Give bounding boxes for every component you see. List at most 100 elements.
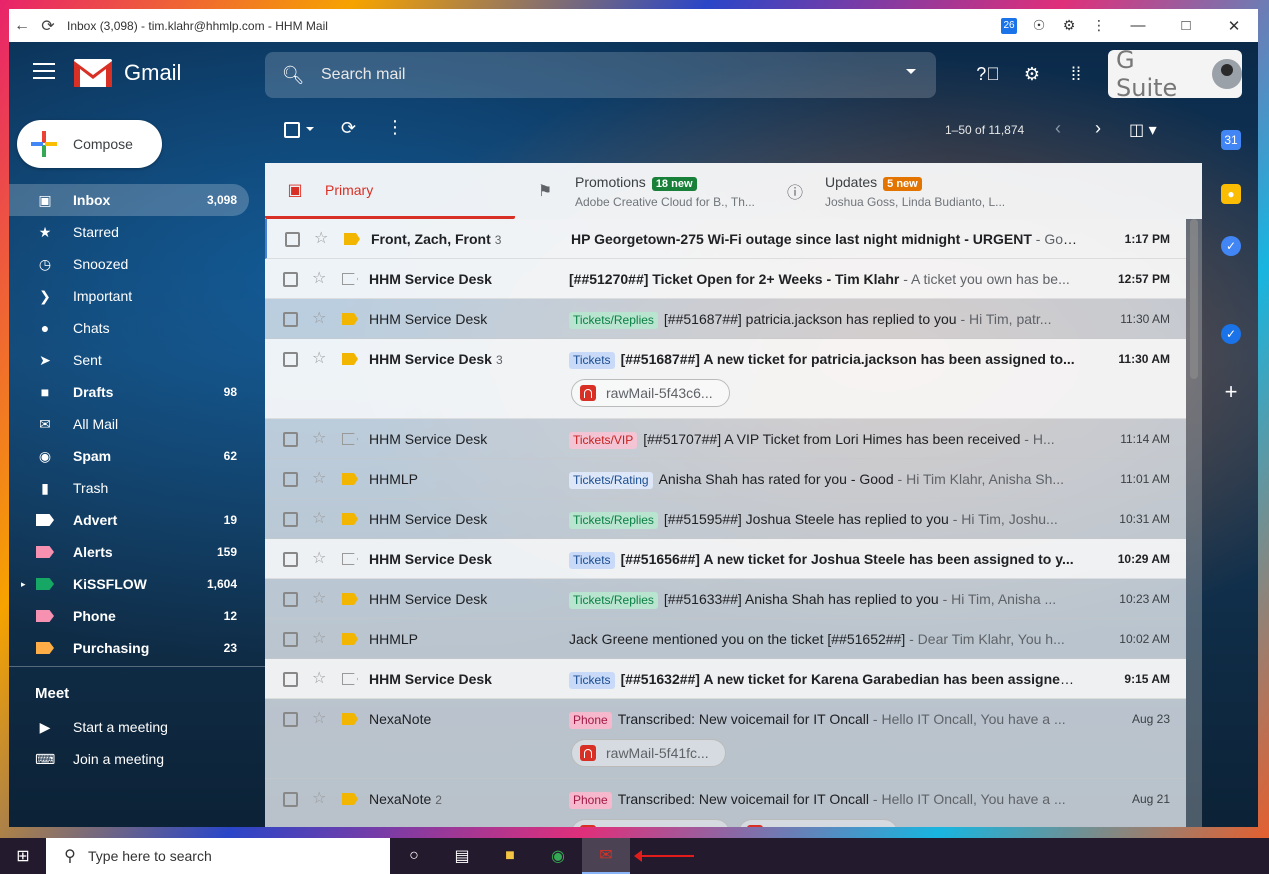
star-icon[interactable]: ☆ bbox=[312, 671, 332, 687]
sidebar-item-chats[interactable]: ● Chats bbox=[9, 312, 249, 344]
email-row[interactable]: ☆ HHM Service Desk Tickets/Replies [##51633… bbox=[265, 579, 1186, 619]
avatar[interactable] bbox=[1212, 59, 1242, 89]
important-marker-icon[interactable] bbox=[342, 673, 358, 685]
email-label-chip[interactable]: Tickets/Replies bbox=[569, 512, 658, 529]
star-icon[interactable]: ☆ bbox=[312, 471, 332, 487]
email-label-chip[interactable]: Tickets/Rating bbox=[569, 472, 653, 489]
sidebar-item-drafts[interactable]: ■ Drafts 98 bbox=[9, 376, 249, 408]
sidebar-item-all-mail[interactable]: ✉ All Mail bbox=[9, 408, 249, 440]
gmail-logo[interactable]: Gmail bbox=[74, 59, 181, 87]
email-label-chip[interactable]: Phone bbox=[569, 712, 612, 729]
apps-icon[interactable]: ⁞⁞ bbox=[1062, 62, 1090, 86]
important-marker-icon[interactable] bbox=[342, 273, 358, 285]
important-marker-icon[interactable] bbox=[342, 473, 358, 485]
row-checkbox[interactable] bbox=[283, 592, 298, 607]
settings-icon[interactable]: ⚙ bbox=[1018, 62, 1046, 86]
email-row[interactable]: ☆ HHM Service Desk Tickets [##51656##] A ne… bbox=[265, 539, 1186, 579]
email-label-chip[interactable]: Tickets bbox=[569, 552, 615, 569]
sidebar-item-alerts[interactable]: Alerts 159 bbox=[9, 536, 249, 568]
row-checkbox[interactable] bbox=[283, 352, 298, 367]
windows-start-icon[interactable]: ⊞ bbox=[0, 838, 46, 874]
email-row[interactable]: ☆ HHMLP Jack Greene mentioned you on the t… bbox=[265, 619, 1186, 659]
extension-icon[interactable]: ☉ bbox=[1024, 17, 1054, 34]
row-checkbox[interactable] bbox=[283, 552, 298, 567]
important-marker-icon[interactable] bbox=[342, 713, 358, 725]
reload-icon[interactable]: ⟳ bbox=[35, 13, 61, 39]
email-row[interactable]: ☆ HHM Service Desk Tickets/Replies [##51687… bbox=[265, 299, 1186, 339]
expand-icon[interactable]: ▸ bbox=[21, 579, 26, 590]
more-icon[interactable]: ⋮ bbox=[386, 117, 404, 138]
start-meeting-link[interactable]: ▶ Start a meeting bbox=[9, 711, 265, 743]
email-row[interactable]: ☆ NexaNote 2 Phone Transcribed: New voicemai… bbox=[265, 779, 1186, 827]
sidebar-item-spam[interactable]: ◉ Spam 62 bbox=[9, 440, 249, 472]
select-all-checkbox[interactable] bbox=[284, 122, 300, 138]
star-icon[interactable]: ☆ bbox=[312, 791, 332, 807]
important-marker-icon[interactable] bbox=[342, 633, 358, 645]
taskbar-search-input[interactable]: Type here to search bbox=[88, 848, 212, 864]
important-marker-icon[interactable] bbox=[342, 793, 358, 805]
search-bar[interactable]: 🔍︎ Search mail bbox=[265, 52, 936, 98]
join-meeting-link[interactable]: ⌨ Join a meeting bbox=[9, 743, 265, 775]
help-icon[interactable]: ?⃝ bbox=[974, 62, 1002, 86]
taskbar-search[interactable]: ⚲ Type here to search bbox=[46, 838, 390, 874]
tab-promotions[interactable]: ⚑ Promotions 18 new Adobe Creative Cloud … bbox=[515, 163, 765, 219]
sidebar-item-advert[interactable]: Advert 19 bbox=[9, 504, 249, 536]
main-menu-icon[interactable] bbox=[33, 63, 55, 79]
cortana-icon[interactable]: ○ bbox=[390, 838, 438, 874]
tab-primary[interactable]: ▣ Primary bbox=[265, 163, 515, 219]
sidebar-item-sent[interactable]: ➤ Sent bbox=[9, 344, 249, 376]
file-explorer-icon[interactable]: ■ bbox=[486, 838, 534, 874]
important-marker-icon[interactable] bbox=[342, 353, 358, 365]
email-label-chip[interactable]: Phone bbox=[569, 792, 612, 809]
sidebar-item-snoozed[interactable]: ◷ Snoozed bbox=[9, 248, 249, 280]
row-checkbox[interactable] bbox=[285, 232, 300, 247]
menu-icon[interactable]: ⋮ bbox=[1084, 17, 1114, 34]
chrome-icon[interactable]: ◉ bbox=[534, 838, 582, 874]
attachment-chip[interactable]: rawMail-5f43c6... bbox=[571, 379, 730, 407]
minimize-icon[interactable]: — bbox=[1114, 17, 1162, 34]
email-row[interactable]: ☆ HHM Service Desk [##51270##] Ticket Open… bbox=[265, 259, 1186, 299]
tasks-icon[interactable]: ✓ bbox=[1221, 236, 1241, 256]
row-checkbox[interactable] bbox=[283, 272, 298, 287]
star-icon[interactable]: ☆ bbox=[312, 631, 332, 647]
email-label-chip[interactable]: Tickets/VIP bbox=[569, 432, 638, 449]
calendar-icon[interactable]: 31 bbox=[1221, 130, 1241, 150]
gmail-taskbar-icon[interactable]: ✉ bbox=[582, 838, 630, 874]
row-checkbox[interactable] bbox=[283, 672, 298, 687]
sidebar-item-starred[interactable]: ★ Starred bbox=[9, 216, 249, 248]
email-row[interactable]: ☆ HHM Service Desk Tickets [##51632##] A ne… bbox=[265, 659, 1186, 699]
refresh-icon[interactable]: ⟳ bbox=[341, 118, 356, 139]
sidebar-item-phone[interactable]: Phone 12 bbox=[9, 600, 249, 632]
message-list-scrollbar[interactable] bbox=[1186, 219, 1202, 827]
split-pane-icon[interactable]: ◫ ▾ bbox=[1129, 120, 1157, 140]
star-icon[interactable]: ☆ bbox=[314, 231, 334, 247]
close-icon[interactable]: ✕ bbox=[1210, 17, 1258, 35]
important-marker-icon[interactable] bbox=[344, 233, 360, 245]
puzzle-icon[interactable]: ⚙ bbox=[1054, 17, 1084, 34]
attachment-chip[interactable]: rawMail-5f4055... bbox=[571, 819, 731, 827]
sidebar-item-kissflow[interactable]: ▸ KiSSFLOW 1,604 bbox=[9, 568, 249, 600]
star-icon[interactable]: ☆ bbox=[312, 711, 332, 727]
select-menu-icon[interactable] bbox=[306, 127, 314, 131]
star-icon[interactable]: ☆ bbox=[312, 591, 332, 607]
attachment-chip[interactable]: rawMail-5f403e... bbox=[738, 819, 898, 827]
important-marker-icon[interactable] bbox=[342, 433, 358, 445]
star-icon[interactable]: ☆ bbox=[312, 351, 332, 367]
sidebar-item-trash[interactable]: ▮ Trash bbox=[9, 472, 249, 504]
email-row[interactable]: ☆ HHMLP Tickets/Rating Anisha Shah has rate… bbox=[265, 459, 1186, 499]
email-label-chip[interactable]: Tickets bbox=[569, 672, 615, 689]
search-options-icon[interactable] bbox=[906, 69, 916, 74]
search-input[interactable]: Search mail bbox=[321, 66, 405, 84]
compose-button[interactable]: Compose bbox=[17, 120, 162, 168]
star-icon[interactable]: ☆ bbox=[312, 311, 332, 327]
email-row[interactable]: ☆ HHM Service Desk Tickets/VIP [##51707##] … bbox=[265, 419, 1186, 459]
keep-icon[interactable]: ● bbox=[1221, 184, 1241, 204]
task-view-icon[interactable]: ▤ bbox=[438, 838, 486, 874]
sidebar-item-important[interactable]: ❯ Important bbox=[9, 280, 249, 312]
tab-updates[interactable]: ⓘ Updates 5 new Joshua Goss, Linda Budian… bbox=[765, 163, 1015, 219]
email-label-chip[interactable]: Tickets/Replies bbox=[569, 592, 658, 609]
star-icon[interactable]: ☆ bbox=[312, 511, 332, 527]
important-marker-icon[interactable] bbox=[342, 593, 358, 605]
email-label-chip[interactable]: Tickets/Replies bbox=[569, 312, 658, 329]
attachment-chip[interactable]: rawMail-5f41fc... bbox=[571, 739, 726, 767]
